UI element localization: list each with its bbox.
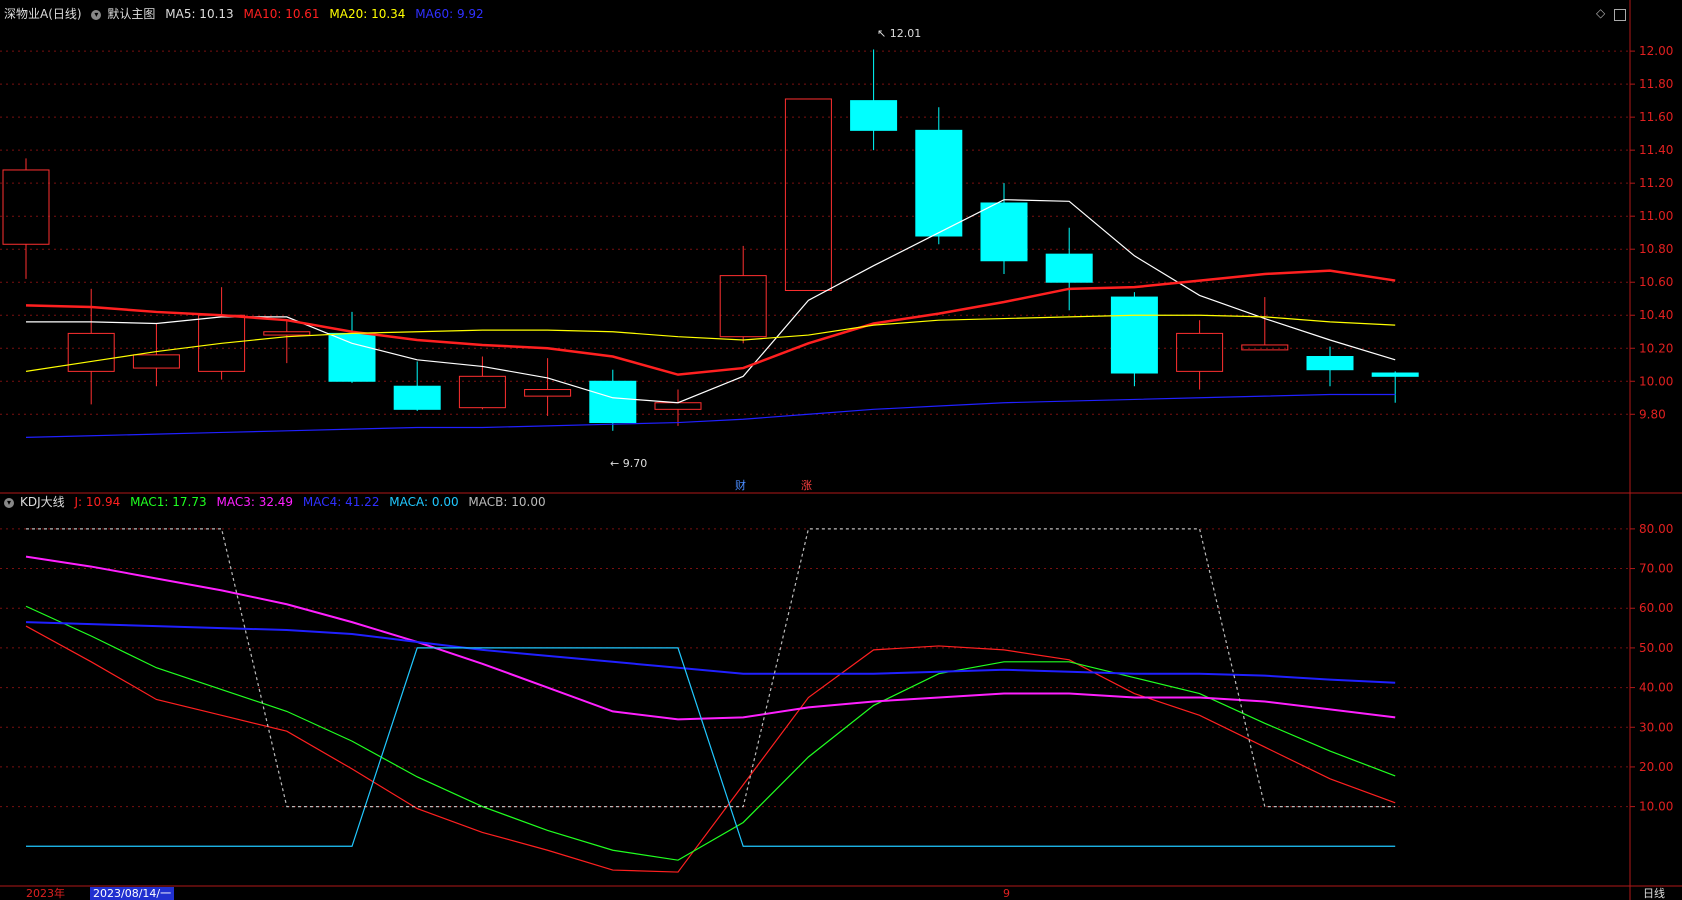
candle-body <box>719 275 767 338</box>
finance-badge[interactable]: 财 <box>735 477 746 493</box>
kdj-tick-label: 30.00 <box>1639 720 1673 734</box>
kdj-macb-line <box>26 528 1396 808</box>
kdj-tick-label: 40.00 <box>1639 681 1673 695</box>
price-tick-label: 10.80 <box>1639 242 1673 256</box>
candle-body <box>393 385 441 410</box>
candle-body <box>328 332 376 382</box>
kdj-tick-label: 70.00 <box>1639 562 1673 576</box>
candle-body <box>784 98 832 291</box>
candle-body <box>1241 344 1289 351</box>
kdj-header: ▾ KDJ大线 J: 10.94 MAC1: 17.73 MAC3: 32.49 … <box>4 494 552 510</box>
month-label: 9 <box>1003 887 1010 900</box>
price-tick-label: 11.80 <box>1639 77 1673 91</box>
candle-body <box>1110 296 1158 374</box>
price-tick-label: 11.60 <box>1639 110 1673 124</box>
period-label[interactable]: 日线 <box>1643 887 1665 900</box>
candle-body <box>1306 356 1354 371</box>
price-tick-label: 10.40 <box>1639 308 1673 322</box>
ma10-line <box>25 269 1396 376</box>
kdj-macb-value: MACB: 10.00 <box>468 495 546 509</box>
kdj-mac4-value: MAC4: 41.22 <box>302 495 380 509</box>
stock-chart[interactable]: 12.00 11.80 11.60 11.40 11.20 11.00 10.80 10.60… <box>0 0 1682 900</box>
candle-body <box>524 389 572 397</box>
price-tick-label: 10.00 <box>1639 374 1673 388</box>
candle-body <box>67 332 115 372</box>
dropdown-icon[interactable]: ▾ <box>4 497 14 508</box>
ma10-value: MA10: 10.61 <box>243 7 320 21</box>
price-tick-label: 12.00 <box>1639 44 1673 58</box>
ma60-line <box>25 393 1396 438</box>
low-price-annotation: ← 9.70 <box>610 457 648 470</box>
kdj-title[interactable]: KDJ大线 <box>20 495 65 509</box>
kdj-tick-label: 50.00 <box>1639 641 1673 655</box>
candle-body <box>2 169 50 245</box>
candle-body <box>915 129 963 237</box>
kdj-mac1-value: MAC1: 17.73 <box>130 495 207 509</box>
price-tick-label: 10.60 <box>1639 275 1673 289</box>
candle-body <box>1371 372 1419 377</box>
price-tick-label: 9.80 <box>1639 407 1666 421</box>
kdj-tick-label: 20.00 <box>1639 760 1673 774</box>
ma5-value: MA5: 10.13 <box>165 7 234 21</box>
kdj-maca-line <box>26 647 1396 847</box>
kdj-j-value: J: 10.94 <box>74 495 121 509</box>
candle-body <box>132 354 180 369</box>
ma20-line <box>25 314 1396 372</box>
kdj-maca-value: MACA: 0.00 <box>389 495 459 509</box>
kdj-j-line <box>25 625 1396 873</box>
year-label: 2023年 <box>26 887 65 900</box>
price-tick-label: 11.40 <box>1639 143 1673 157</box>
template-label[interactable]: 默认主图 <box>107 7 155 21</box>
candle-body <box>263 331 311 336</box>
kdj-mac3-line <box>25 555 1396 721</box>
main-chart-header: 深物业A(日线) ▾ 默认主图 MA5: 10.13 MA10: 10.61 MA… <box>4 6 490 22</box>
diamond-icon[interactable]: ◇ <box>1596 6 1605 20</box>
price-tick-label: 11.00 <box>1639 209 1673 223</box>
kdj-tick-label: 80.00 <box>1639 522 1673 536</box>
ma60-value: MA60: 9.92 <box>415 7 484 21</box>
ma20-value: MA20: 10.34 <box>329 7 406 21</box>
dropdown-icon[interactable]: ▾ <box>91 9 102 20</box>
kdj-mac3-value: MAC3: 32.49 <box>216 495 294 509</box>
candle-body <box>654 402 702 410</box>
kdj-tick-label: 10.00 <box>1639 800 1673 814</box>
candle-body <box>589 380 637 424</box>
cursor-date-label: 2023/08/14/一 <box>90 887 175 900</box>
candle-body <box>980 202 1028 262</box>
kdj-mac1-line <box>25 605 1396 861</box>
stock-title[interactable]: 深物业A(日线) <box>4 7 82 21</box>
candle-body <box>1045 253 1093 283</box>
window-icon[interactable] <box>1614 9 1626 21</box>
kdj-mac4-line <box>25 621 1396 684</box>
high-price-annotation: ↖ 12.01 <box>877 27 922 40</box>
rise-badge[interactable]: 涨 <box>801 477 812 493</box>
price-tick-label: 11.20 <box>1639 176 1673 190</box>
price-tick-label: 10.20 <box>1639 341 1673 355</box>
candle-body <box>850 100 898 131</box>
kdj-tick-label: 60.00 <box>1639 601 1673 615</box>
candle-body <box>1176 332 1224 372</box>
